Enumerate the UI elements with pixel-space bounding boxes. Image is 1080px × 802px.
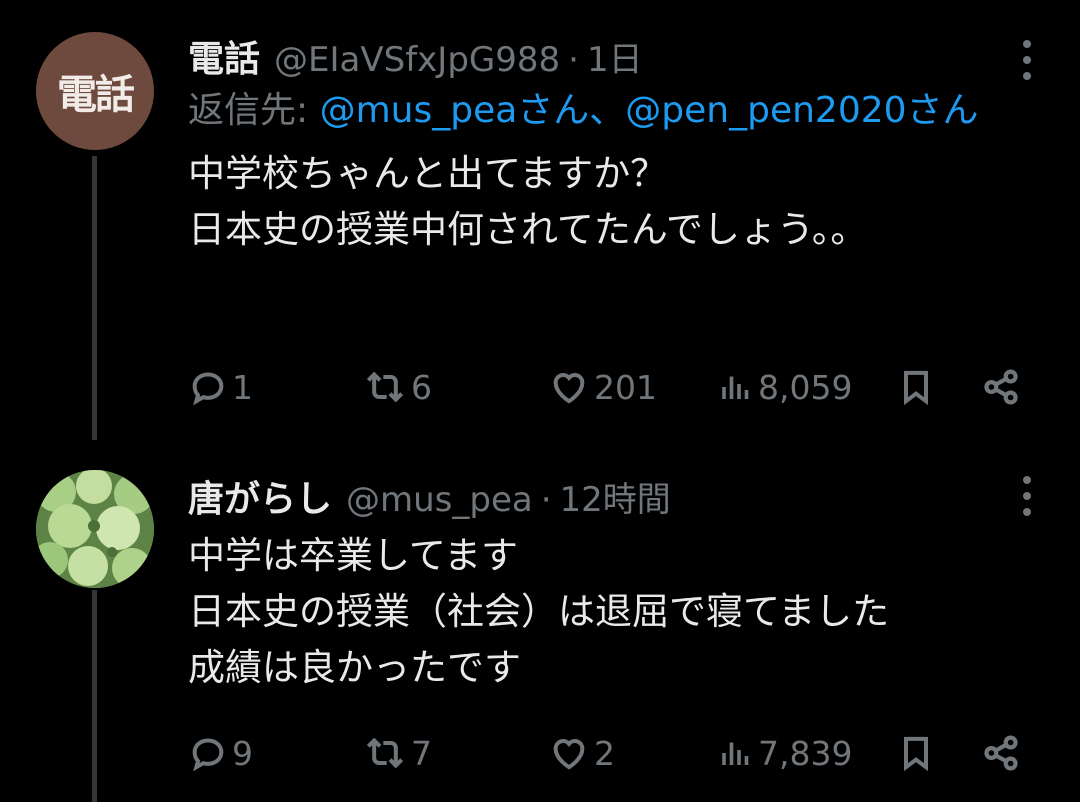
more-dot-icon bbox=[1023, 72, 1031, 80]
more-options-button[interactable] bbox=[1022, 40, 1032, 80]
share-icon bbox=[984, 735, 1018, 771]
tweet-header: 電話 @EIaVSfxJpG988 · 1日 bbox=[188, 30, 1040, 82]
retweet-count: 6 bbox=[411, 367, 432, 407]
tweet-text-line: 成績は良かったです bbox=[188, 646, 521, 689]
share-icon bbox=[984, 369, 1018, 405]
separator: · bbox=[540, 480, 552, 520]
bookmark-button[interactable] bbox=[896, 728, 936, 778]
heart-icon bbox=[553, 373, 585, 404]
views-button[interactable]: 7,839 bbox=[718, 728, 852, 778]
tweet-text: 中学校ちゃんと出てますか？ 日本史の授業中何されてたんでしょう。。 bbox=[188, 146, 1040, 258]
reply-icon bbox=[192, 738, 224, 772]
tweet-header: 唐がらし @mus_pea · 12時間 bbox=[188, 470, 1040, 522]
tweet-text: 中学は卒業してます 日本史の授業（社会）は退屈で寝てました 成績は良かったです bbox=[188, 528, 1040, 696]
action-bar: 1 6 201 8,059 bbox=[188, 362, 1038, 412]
more-dot-icon bbox=[1023, 508, 1031, 516]
bookmark-icon bbox=[904, 736, 928, 772]
view-count: 7,839 bbox=[758, 733, 853, 773]
user-handle[interactable]: @mus_pea bbox=[346, 480, 533, 520]
retweet-button[interactable]: 6 bbox=[363, 362, 432, 412]
avatar[interactable]: 電話 bbox=[36, 32, 154, 150]
more-options-button[interactable] bbox=[1022, 476, 1032, 516]
separator: · bbox=[568, 40, 579, 80]
reply-icon bbox=[192, 372, 224, 406]
reply-button[interactable]: 9 bbox=[188, 728, 253, 778]
user-handle[interactable]: @EIaVSfxJpG988 bbox=[274, 40, 560, 80]
like-button[interactable]: 2 bbox=[548, 728, 615, 778]
analytics-icon bbox=[722, 376, 749, 399]
retweet-icon bbox=[366, 737, 404, 769]
retweet-count: 7 bbox=[411, 733, 432, 773]
display-name[interactable]: 唐がらし bbox=[188, 470, 332, 522]
share-button[interactable] bbox=[980, 362, 1022, 412]
views-button[interactable]: 8,059 bbox=[718, 362, 852, 412]
thread-connector bbox=[92, 156, 97, 440]
bookmark-icon bbox=[904, 370, 928, 406]
tweet-text-line: 中学は卒業してます bbox=[188, 534, 519, 577]
view-count: 8,059 bbox=[758, 367, 853, 407]
tweet-text-line: 日本史の授業（社会）は退屈で寝てました bbox=[188, 590, 890, 633]
bookmark-button[interactable] bbox=[896, 362, 936, 412]
more-dot-icon bbox=[1023, 40, 1031, 48]
reply-to-prefix: 返信先: bbox=[188, 90, 320, 131]
display-name[interactable]: 電話 bbox=[188, 30, 260, 82]
more-dot-icon bbox=[1023, 492, 1031, 500]
tweet[interactable]: 電話 電話 @EIaVSfxJpG988 · 1日 返信先: @mus_peaさ… bbox=[0, 0, 1080, 440]
avatar-text: 電話 bbox=[57, 72, 135, 118]
action-bar: 9 7 2 7,839 bbox=[188, 728, 1038, 778]
more-dot-icon bbox=[1023, 56, 1031, 64]
reply-button[interactable]: 1 bbox=[188, 362, 253, 412]
more-dot-icon bbox=[1023, 476, 1031, 484]
reply-count: 9 bbox=[232, 733, 253, 773]
mention-link[interactable]: @mus_peaさん bbox=[320, 90, 590, 131]
like-count: 201 bbox=[594, 367, 657, 407]
reply-count: 1 bbox=[232, 367, 253, 407]
retweet-icon bbox=[366, 371, 404, 403]
vegetable-photo-icon bbox=[36, 470, 154, 588]
tweet[interactable]: 唐がらし @mus_pea · 12時間 中学は卒業してます 日本史の授業（社会… bbox=[0, 440, 1080, 802]
tweet-text-line: 日本史の授業中何されてたんでしょう。。 bbox=[188, 208, 868, 251]
like-button[interactable]: 201 bbox=[548, 362, 657, 412]
retweet-button[interactable]: 7 bbox=[363, 728, 432, 778]
tweet-text-line: 中学校ちゃんと出てますか？ bbox=[188, 152, 668, 195]
avatar[interactable] bbox=[36, 470, 154, 588]
mention-link[interactable]: @pen_pen2020さん bbox=[625, 90, 978, 131]
share-button[interactable] bbox=[980, 728, 1022, 778]
mention-joiner: 、 bbox=[589, 90, 626, 131]
analytics-icon bbox=[722, 742, 749, 765]
timestamp[interactable]: 1日 bbox=[587, 32, 643, 81]
timestamp[interactable]: 12時間 bbox=[560, 472, 671, 521]
reply-to: 返信先: @mus_peaさん、@pen_pen2020さん bbox=[188, 84, 1040, 138]
like-count: 2 bbox=[594, 733, 615, 773]
thread-connector bbox=[92, 590, 97, 802]
heart-icon bbox=[553, 739, 585, 770]
